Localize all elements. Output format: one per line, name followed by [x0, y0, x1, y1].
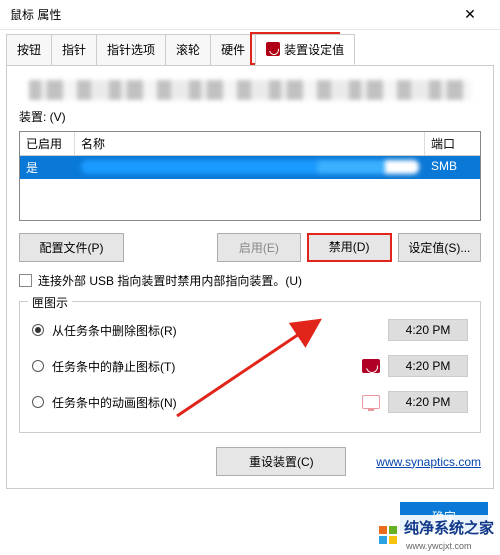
radio-remove-label: 从任务条中删除图标(R) — [52, 322, 388, 339]
tray-static-icon — [362, 359, 380, 373]
device-buttons-row: 配置文件(P) 启用(E) 禁用(D) 设定值(S)... — [19, 233, 481, 262]
tray-option-static[interactable]: 任务条中的静止图标(T) 4:20 PM — [32, 348, 468, 384]
window-titlebar: 鼠标 属性 ✕ — [0, 0, 500, 30]
usb-disable-checkbox-row: 连接外部 USB 指向装置时禁用内部指向装置。(U) — [19, 272, 481, 289]
preview-time-2: 4:20 PM — [388, 355, 468, 377]
table-header: 已启用 名称 端口 — [20, 132, 480, 156]
settings-button[interactable]: 设定值(S)... — [398, 233, 481, 262]
tab-wheel[interactable]: 滚轮 — [165, 34, 211, 65]
usb-disable-checkbox[interactable] — [19, 274, 32, 287]
disable-button[interactable]: 禁用(D) — [307, 233, 392, 262]
cell-name-blurred — [75, 156, 425, 179]
reset-device-button[interactable]: 重设装置(C) — [216, 447, 346, 476]
preview-time-1: 4:20 PM — [388, 319, 468, 341]
tab-pointer-options[interactable]: 指针选项 — [96, 34, 166, 65]
col-port: 端口 — [425, 132, 480, 155]
cell-port: SMB — [425, 156, 480, 179]
watermark-logo-icon — [378, 525, 398, 545]
window-title: 鼠标 属性 — [10, 6, 450, 23]
vendor-banner-blurred — [29, 80, 471, 100]
tab-panel-device-settings: 装置: (V) 已启用 名称 端口 是 SMB 配置文件(P) 启用(E) 禁用… — [6, 65, 494, 489]
watermark: 纯净系统之家 www.ywcjxt.com — [374, 515, 500, 555]
radio-static-label: 任务条中的静止图标(T) — [52, 358, 354, 375]
tab-buttons[interactable]: 按钮 — [6, 34, 52, 65]
tray-icon-legend: 匣图示 — [28, 294, 72, 311]
tray-animated-icon — [362, 395, 380, 409]
tray-option-animated[interactable]: 任务条中的动画图标(N) 4:20 PM — [32, 384, 468, 420]
col-enabled: 已启用 — [20, 132, 75, 155]
radio-animated-label: 任务条中的动画图标(N) — [52, 394, 354, 411]
tab-pointers[interactable]: 指针 — [51, 34, 97, 65]
synaptics-icon — [266, 42, 280, 56]
watermark-brand: 纯净系统之家 — [404, 520, 494, 537]
tabs: 按钮 指针 指针选项 滚轮 硬件 装置设定值 — [0, 30, 500, 65]
bottom-row: 重设装置(C) www.synaptics.com — [19, 447, 481, 476]
radio-remove-icon[interactable] — [32, 324, 44, 336]
radio-animated-icon[interactable] — [32, 396, 44, 408]
col-name: 名称 — [75, 132, 425, 155]
tab-device-settings[interactable]: 装置设定值 — [255, 34, 355, 65]
table-row[interactable]: 是 SMB — [20, 156, 480, 179]
enable-button: 启用(E) — [217, 233, 300, 262]
close-button[interactable]: ✕ — [450, 1, 490, 29]
synaptics-link[interactable]: www.synaptics.com — [376, 455, 481, 469]
devices-table[interactable]: 已启用 名称 端口 是 SMB — [19, 131, 481, 221]
cell-enabled: 是 — [20, 156, 75, 179]
tab-hardware[interactable]: 硬件 — [210, 34, 256, 65]
usb-disable-label: 连接外部 USB 指向装置时禁用内部指向装置。(U) — [38, 272, 302, 289]
devices-label: 装置: (V) — [19, 108, 481, 125]
watermark-url: www.ywcjxt.com — [406, 541, 472, 551]
tray-icon-fieldset: 匣图示 从任务条中删除图标(R) 4:20 PM 任务条中的静止图标(T) 4:… — [19, 301, 481, 433]
radio-static-icon[interactable] — [32, 360, 44, 372]
preview-time-3: 4:20 PM — [388, 391, 468, 413]
profiles-button[interactable]: 配置文件(P) — [19, 233, 124, 262]
tray-option-remove[interactable]: 从任务条中删除图标(R) 4:20 PM — [32, 312, 468, 348]
